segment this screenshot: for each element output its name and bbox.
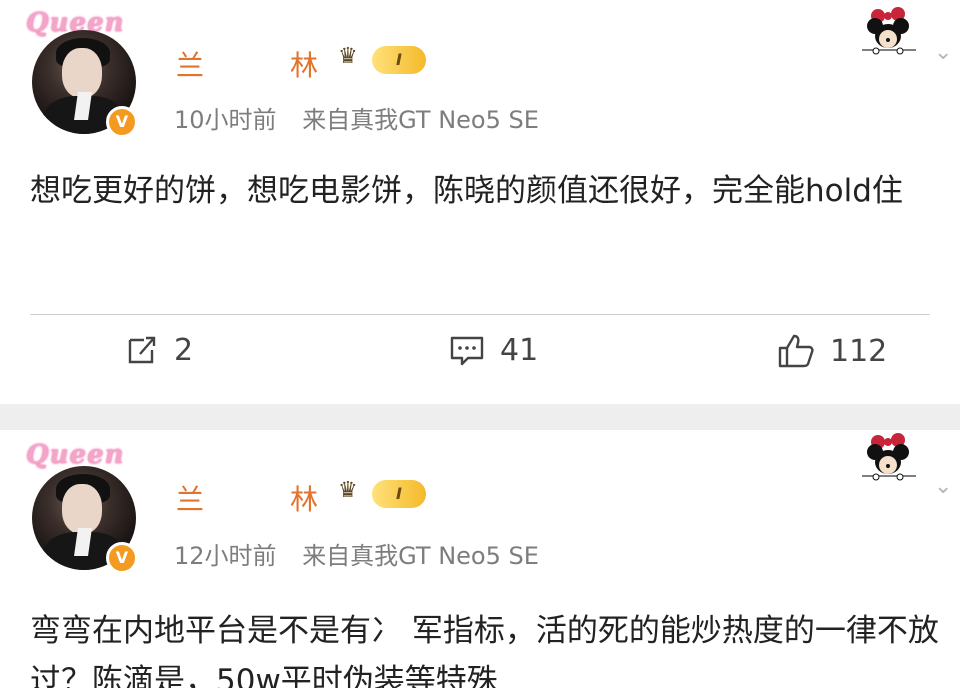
user-level-badge[interactable]: I [372,46,426,74]
queen-badge-text: Queen [26,440,125,470]
minnie-mouse-sticker [862,433,916,481]
post-meta: 10小时前 来自真我GT Neo5 SE [174,100,539,135]
post-source: 来自真我GT Neo5 SE [302,106,539,134]
post-actions: 2 41 112 [0,332,960,382]
chevron-down-icon[interactable]: ⌄ [934,474,952,499]
divider [30,314,930,315]
comment-button[interactable]: 41 [448,332,538,368]
chevron-down-icon[interactable]: ⌄ [934,40,952,65]
crown-icon: ♛ [338,44,358,69]
user-level-badge[interactable]: I [372,480,426,508]
username[interactable]: 兰 林 [176,478,318,518]
post-time: 10小时前 [174,106,277,134]
comment-count: 41 [500,332,539,368]
like-count: 112 [830,333,888,369]
repost-icon [128,336,156,364]
comment-icon [450,336,484,366]
verified-v-icon: V [106,106,138,138]
post-meta: 12小时前 来自真我GT Neo5 SE [174,536,539,571]
username-part2: 林 [290,483,321,516]
post-content: 想吃更好的饼，想吃电影饼，陈晓的颜值还很好，完全能hold住 [30,173,903,209]
minnie-mouse-sticker [862,7,916,55]
like-button[interactable]: 112 [776,332,887,370]
username[interactable]: 兰 林 [176,44,318,84]
thumb-up-icon [778,334,814,368]
crown-icon: ♛ [338,478,358,503]
repost-button[interactable]: 2 [124,332,193,368]
post-content: 弯弯在内地平台是不是有冫 军指标，活的死的能炒热度的一律不放过？陈滴是，50w平… [30,613,939,688]
weibo-post-1: Queen V 兰 林 ♛ I 10小时前 来自真我GT Neo5 SE ⌄ 想… [0,0,960,404]
weibo-post-2: Queen V 兰 林 ♛ I 12小时前 来自真我GT Neo5 SE ⌄ 弯… [0,430,960,688]
post-time: 12小时前 [174,542,277,570]
post-separator [0,404,960,430]
post-source: 来自真我GT Neo5 SE [302,542,539,570]
username-part1: 兰 [176,483,207,516]
username-part2: 林 [290,49,321,82]
repost-count: 2 [174,332,194,368]
verified-v-icon: V [106,542,138,574]
username-part1: 兰 [176,49,207,82]
